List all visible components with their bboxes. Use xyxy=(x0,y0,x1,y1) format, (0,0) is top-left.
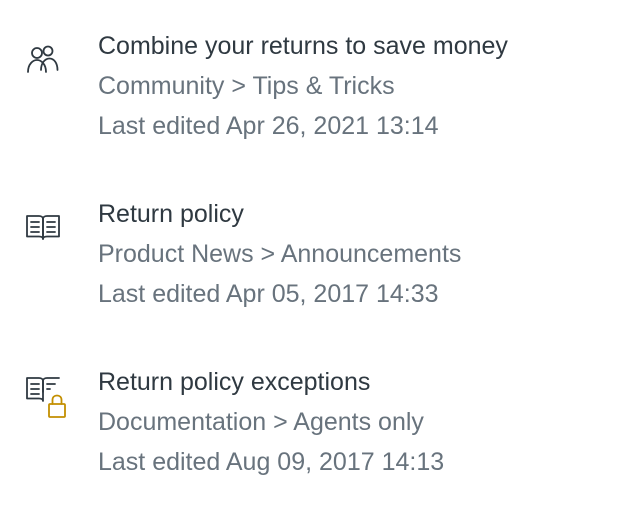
result-last-edited: Last edited Apr 05, 2017 14:33 xyxy=(98,280,439,308)
result-last-edited: Last edited Aug 09, 2017 14:13 xyxy=(98,448,445,476)
restricted-article-lock-icon xyxy=(24,374,66,418)
result-last-edited: Last edited Apr 26, 2021 13:14 xyxy=(98,112,439,140)
result-breadcrumb: Documentation > Agents only xyxy=(98,408,424,436)
result-title[interactable]: Return policy exceptions xyxy=(98,362,640,402)
community-users-icon xyxy=(24,42,64,86)
search-result-item[interactable]: Return policy Product News > Announcemen… xyxy=(0,194,640,324)
search-results-list: Combine your returns to save money Commu… xyxy=(0,0,640,514)
result-breadcrumb: Community > Tips & Tricks xyxy=(98,72,395,100)
result-breadcrumb: Product News > Announcements xyxy=(98,240,462,268)
result-text: Combine your returns to save money Commu… xyxy=(98,26,640,146)
article-book-icon xyxy=(24,208,64,252)
result-title[interactable]: Return policy xyxy=(98,194,640,234)
search-result-item[interactable]: Return policy exceptions Documentation >… xyxy=(0,362,640,492)
search-result-item[interactable]: Combine your returns to save money Commu… xyxy=(0,26,640,156)
result-text: Return policy exceptions Documentation >… xyxy=(98,362,640,482)
result-title[interactable]: Combine your returns to save money xyxy=(98,26,640,66)
result-text: Return policy Product News > Announcemen… xyxy=(98,194,640,314)
